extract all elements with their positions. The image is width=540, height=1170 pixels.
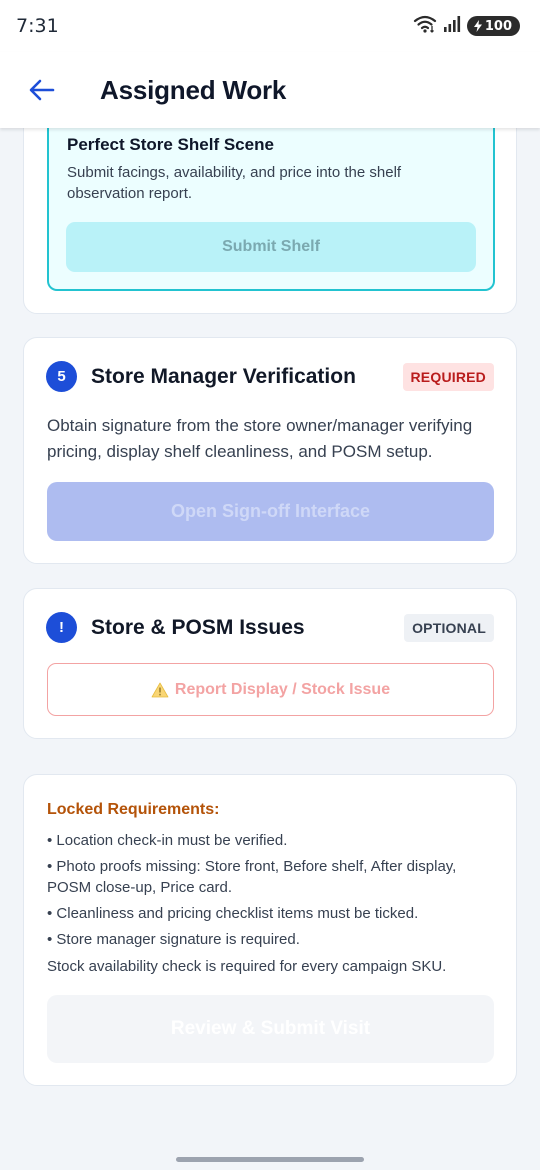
- step-badge: 5: [46, 361, 77, 392]
- shelf-task-box: Perfect Store Shelf Scene Submit facings…: [47, 101, 495, 291]
- optional-tag: OPTIONAL: [404, 613, 494, 642]
- locked-item: • Cleanliness and pricing checklist item…: [47, 905, 419, 922]
- verification-title: Store Manager Verification: [91, 364, 356, 388]
- app-header: Assigned Work: [0, 52, 540, 128]
- battery-icon: 100: [466, 16, 520, 36]
- issues-header: ! Store & POSM Issues OPTIONAL: [46, 612, 494, 643]
- page-title: Assigned Work: [100, 74, 287, 105]
- required-tag: REQUIRED: [402, 362, 494, 391]
- shelf-task-card: Perfect Store Shelf Scene Submit facings…: [23, 100, 517, 314]
- issues-title: Store & POSM Issues: [91, 615, 305, 639]
- report-issue-button[interactable]: Report Display / Stock Issue: [47, 663, 494, 716]
- verification-header: 5 Store Manager Verification REQUIRED: [46, 361, 494, 392]
- verification-card: 5 Store Manager Verification REQUIRED Ob…: [23, 337, 517, 564]
- status-time: 7:31: [16, 15, 59, 37]
- locked-title: Locked Requirements:: [47, 801, 220, 818]
- home-indicator[interactable]: [176, 1157, 364, 1162]
- review-submit-button[interactable]: Review & Submit Visit: [47, 995, 494, 1063]
- locked-note: Stock availability check is required for…: [47, 958, 447, 975]
- alert-icon: !: [46, 612, 77, 643]
- locked-item: • Location check-in must be verified.: [47, 832, 288, 849]
- open-signoff-button[interactable]: Open Sign-off Interface: [47, 482, 494, 541]
- wifi-icon: [413, 15, 437, 38]
- submit-shelf-button[interactable]: Submit Shelf: [66, 222, 476, 272]
- shelf-task-description: Submit facings, availability, and price …: [67, 164, 402, 202]
- status-bar: 7:31 100: [0, 0, 540, 52]
- status-icons: 100: [413, 15, 520, 38]
- shelf-task-title: Perfect Store Shelf Scene: [67, 135, 274, 154]
- report-issue-label: Report Display / Stock Issue: [174, 680, 391, 698]
- issues-card: ! Store & POSM Issues OPTIONAL Report Di…: [23, 588, 517, 739]
- arrow-left-icon: [29, 79, 55, 101]
- verification-description: Obtain signature from the store owner/ma…: [47, 416, 473, 461]
- battery-level: 100: [484, 18, 512, 34]
- back-button[interactable]: [22, 70, 62, 110]
- locked-list: • Location check-in must be verified. • …: [47, 830, 494, 955]
- signal-icon: [443, 15, 461, 38]
- locked-item: • Photo proofs missing: Store front, Bef…: [47, 858, 457, 896]
- locked-item: • Store manager signature is required.: [47, 931, 300, 948]
- locked-requirements-card: Locked Requirements: • Location check-in…: [23, 774, 517, 1086]
- warning-icon: [151, 682, 169, 697]
